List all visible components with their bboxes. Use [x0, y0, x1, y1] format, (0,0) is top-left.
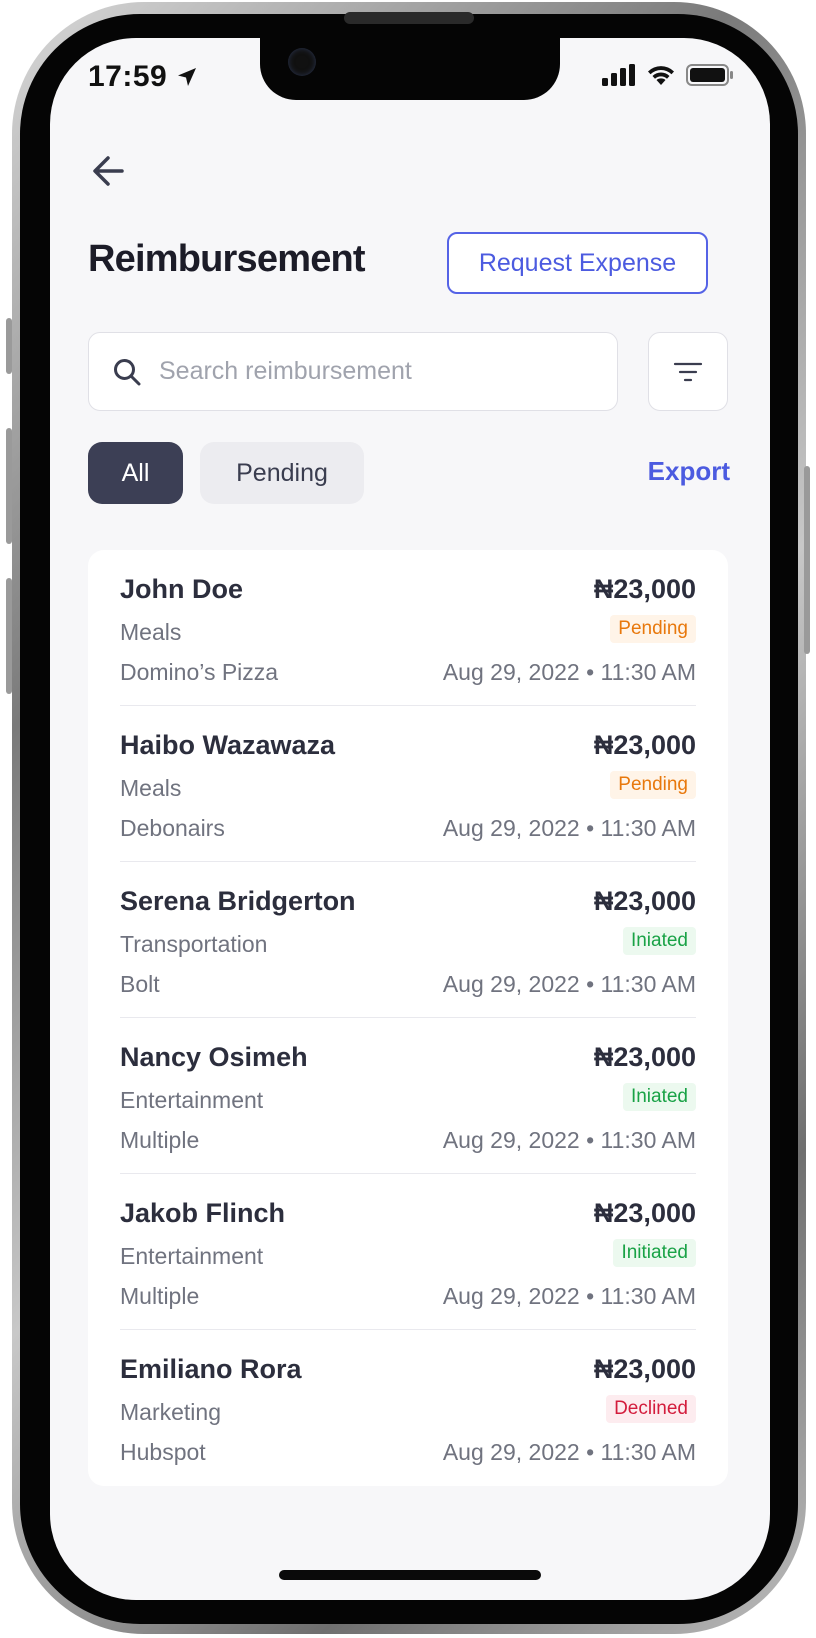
merchant-name: Multiple	[120, 1127, 200, 1153]
transaction-datetime: Aug 29, 2022 • 11:30 AM	[442, 1439, 696, 1465]
time-label: 17:59	[88, 60, 168, 93]
reimbursement-row[interactable]: Serena Bridgerton ₦23,000 Transportation…	[120, 862, 696, 1018]
status-bar-time: 17:59	[88, 60, 199, 94]
filter-icon	[673, 362, 703, 381]
volume-up-button	[6, 428, 12, 544]
status-badge: Iniated	[622, 1083, 696, 1111]
export-link[interactable]: Export	[630, 456, 730, 487]
merchant-name: Domino’s Pizza	[120, 659, 279, 685]
filter-button[interactable]	[648, 332, 728, 411]
notch	[260, 38, 560, 100]
employee-name: Haibo Wazawaza	[120, 730, 336, 760]
reimbursement-row[interactable]: John Doe ₦23,000 Meals Pending Domino’s …	[120, 550, 696, 706]
employee-name: Emiliano Rora	[120, 1354, 302, 1384]
arrow-left-icon	[93, 156, 124, 186]
transaction-datetime: Aug 29, 2022 • 11:30 AM	[442, 1283, 696, 1309]
status-badge: Pending	[610, 771, 696, 799]
app-screen: 17:59 Reimbursement Request Expense Sear…	[50, 38, 770, 1600]
back-button[interactable]	[88, 150, 130, 192]
home-indicator[interactable]	[279, 1570, 541, 1580]
amount: ₦23,000	[593, 1042, 696, 1072]
merchant-name: Hubspot	[120, 1439, 206, 1465]
search-icon	[114, 358, 141, 385]
front-camera	[288, 48, 316, 76]
search-input[interactable]	[159, 357, 617, 386]
status-badge: Initiated	[613, 1239, 696, 1267]
battery-icon	[686, 64, 733, 86]
silent-switch	[6, 318, 12, 374]
transaction-datetime: Aug 29, 2022 • 11:30 AM	[442, 659, 696, 685]
amount: ₦23,000	[593, 730, 696, 760]
power-button	[804, 466, 810, 654]
transaction-datetime: Aug 29, 2022 • 11:30 AM	[442, 971, 696, 997]
amount: ₦23,000	[593, 1354, 696, 1384]
speaker-grille	[344, 12, 474, 24]
expense-category: Meals	[120, 775, 182, 801]
cellular-signal-icon	[602, 64, 635, 86]
employee-name: Jakob Flinch	[120, 1198, 286, 1228]
merchant-name: Multiple	[120, 1283, 200, 1309]
expense-category: Marketing	[120, 1399, 221, 1425]
request-expense-button[interactable]: Request Expense	[447, 232, 708, 294]
location-arrow-icon	[178, 68, 197, 86]
reimbursement-row[interactable]: Haibo Wazawaza ₦23,000 Meals Pending Deb…	[120, 706, 696, 862]
status-badge: Iniated	[622, 927, 696, 955]
filter-chip-all[interactable]: All	[88, 442, 183, 504]
reimbursement-row[interactable]: Emiliano Rora ₦23,000 Marketing Declined…	[120, 1330, 696, 1486]
reimbursement-list: John Doe ₦23,000 Meals Pending Domino’s …	[88, 550, 728, 1486]
expense-category: Entertainment	[120, 1243, 264, 1269]
employee-name: Nancy Osimeh	[120, 1042, 308, 1072]
volume-down-button	[6, 578, 12, 694]
merchant-name: Bolt	[120, 971, 160, 997]
reimbursement-row[interactable]: Nancy Osimeh ₦23,000 Entertainment Iniat…	[120, 1018, 696, 1174]
expense-category: Entertainment	[120, 1087, 264, 1113]
amount: ₦23,000	[593, 574, 696, 604]
employee-name: John Doe	[120, 574, 244, 604]
status-badge: Declined	[606, 1395, 696, 1423]
status-badge: Pending	[610, 615, 696, 643]
search-bar[interactable]	[88, 332, 618, 411]
filter-chip-pending[interactable]: Pending	[200, 442, 364, 504]
amount: ₦23,000	[593, 1198, 696, 1228]
wifi-icon	[648, 66, 674, 85]
merchant-name: Debonairs	[120, 815, 225, 841]
status-bar-indicators	[602, 64, 734, 86]
page-title: Reimbursement	[88, 238, 366, 280]
expense-category: Transportation	[120, 931, 268, 957]
amount: ₦23,000	[593, 886, 696, 916]
employee-name: Serena Bridgerton	[120, 886, 356, 916]
transaction-datetime: Aug 29, 2022 • 11:30 AM	[442, 815, 696, 841]
reimbursement-row[interactable]: Jakob Flinch ₦23,000 Entertainment Initi…	[120, 1174, 696, 1330]
transaction-datetime: Aug 29, 2022 • 11:30 AM	[442, 1127, 696, 1153]
expense-category: Meals	[120, 619, 182, 645]
